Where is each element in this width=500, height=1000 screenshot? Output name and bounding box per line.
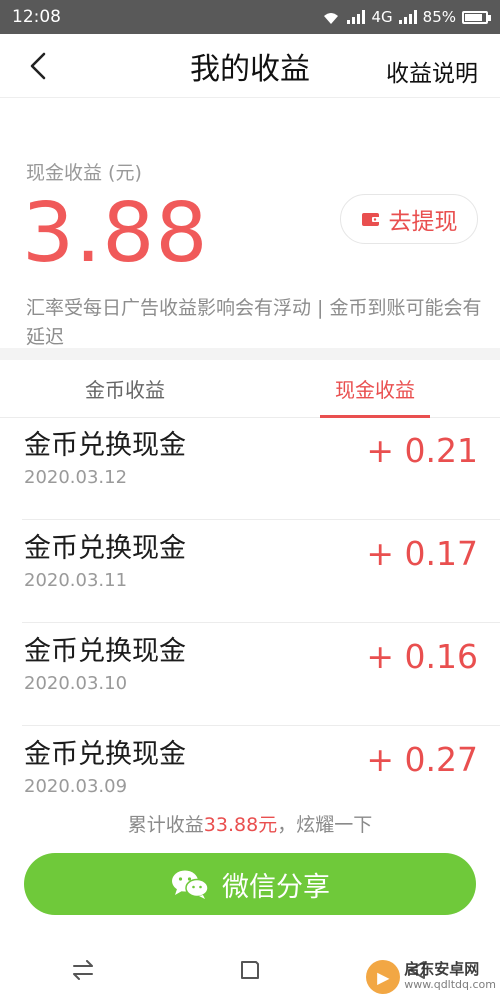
- total-earnings-amount: 33.88元: [203, 814, 278, 836]
- record-date: 2020.03.11: [24, 570, 128, 591]
- record-title: 金币兑换现金: [24, 533, 186, 564]
- square-icon: [240, 961, 259, 979]
- watermark-url: www.qdltdq.com: [404, 978, 496, 991]
- cash-records-list[interactable]: 金币兑换现金 2020.03.12 + 0.21 金币兑换现金 2020.03.…: [0, 418, 500, 806]
- tab-cash-earnings[interactable]: 现金收益: [250, 360, 500, 418]
- share-label: 微信分享: [222, 871, 330, 903]
- total-earnings-prefix: 累计收益: [127, 814, 204, 836]
- list-item: 金币兑换现金 2020.03.10 + 0.16: [22, 623, 500, 726]
- status-time: 12:08: [12, 7, 61, 27]
- list-item: 金币兑换现金 2020.03.11 + 0.17: [22, 520, 500, 623]
- signal-icon: [347, 10, 366, 24]
- wechat-icon: [172, 870, 209, 899]
- earnings-tabs: 金币收益 现金收益: [0, 360, 500, 418]
- watermark-text: 启东安卓网 www.qdltdq.com: [404, 962, 496, 992]
- home-button[interactable]: [230, 950, 270, 990]
- tab-coin-earnings[interactable]: 金币收益: [0, 360, 250, 417]
- total-earnings-suffix: ，炫耀一下: [277, 814, 373, 836]
- total-earnings-line: 累计收益33.88元，炫耀一下: [0, 810, 500, 837]
- record-amount: + 0.16: [366, 637, 478, 676]
- withdraw-label: 去提现: [388, 209, 458, 235]
- record-date: 2020.03.09: [24, 776, 128, 797]
- record-title: 金币兑换现金: [24, 636, 186, 667]
- cash-earnings-amount: 3.88: [22, 186, 209, 281]
- record-date: 2020.03.12: [24, 467, 128, 488]
- top-nav-bar: 我的收益 收益说明: [0, 34, 500, 98]
- exchange-rate-note: 汇率受每日广告收益影响会有浮动 | 金币到账可能会有延迟: [26, 297, 482, 348]
- swap-arrows-icon: [73, 960, 94, 980]
- record-title: 金币兑换现金: [24, 430, 186, 461]
- status-indicators: 4G 85%: [321, 8, 491, 26]
- cash-earnings-summary: 现金收益 (元) 3.88 去提现 汇率受每日广告收益影响会有浮动 | 金币到账…: [0, 98, 500, 348]
- record-amount: + 0.21: [366, 431, 478, 470]
- watermark-name: 启东安卓网: [404, 960, 480, 978]
- battery-fill: [465, 13, 482, 21]
- status-bar: 12:08 4G 85%: [0, 0, 500, 34]
- record-date: 2020.03.10: [24, 673, 128, 694]
- switch-apps-button[interactable]: [63, 950, 103, 990]
- section-divider: [0, 348, 500, 360]
- withdraw-button[interactable]: 去提现: [340, 194, 478, 244]
- earnings-explanation-link[interactable]: 收益说明: [386, 54, 478, 88]
- watermark-logo-icon: ▶: [366, 960, 401, 994]
- record-amount: + 0.17: [366, 534, 478, 573]
- wechat-share-button[interactable]: 微信分享: [24, 853, 476, 915]
- list-item: 金币兑换现金 2020.03.12 + 0.21: [22, 418, 500, 520]
- network-type: 4G: [371, 8, 393, 26]
- record-title: 金币兑换现金: [24, 739, 186, 770]
- wallet-icon: [361, 213, 380, 226]
- cash-earnings-label: 现金收益 (元): [26, 162, 142, 184]
- battery-icon: [462, 10, 491, 24]
- battery-percent: 85%: [422, 8, 456, 26]
- signal-icon-2: [398, 10, 417, 24]
- wifi-icon: [324, 12, 339, 24]
- site-watermark: ▶ 启东安卓网 www.qdltdq.com: [366, 960, 496, 994]
- record-amount: + 0.27: [366, 740, 478, 779]
- list-item: 金币兑换现金 2020.03.09 + 0.27: [22, 726, 500, 806]
